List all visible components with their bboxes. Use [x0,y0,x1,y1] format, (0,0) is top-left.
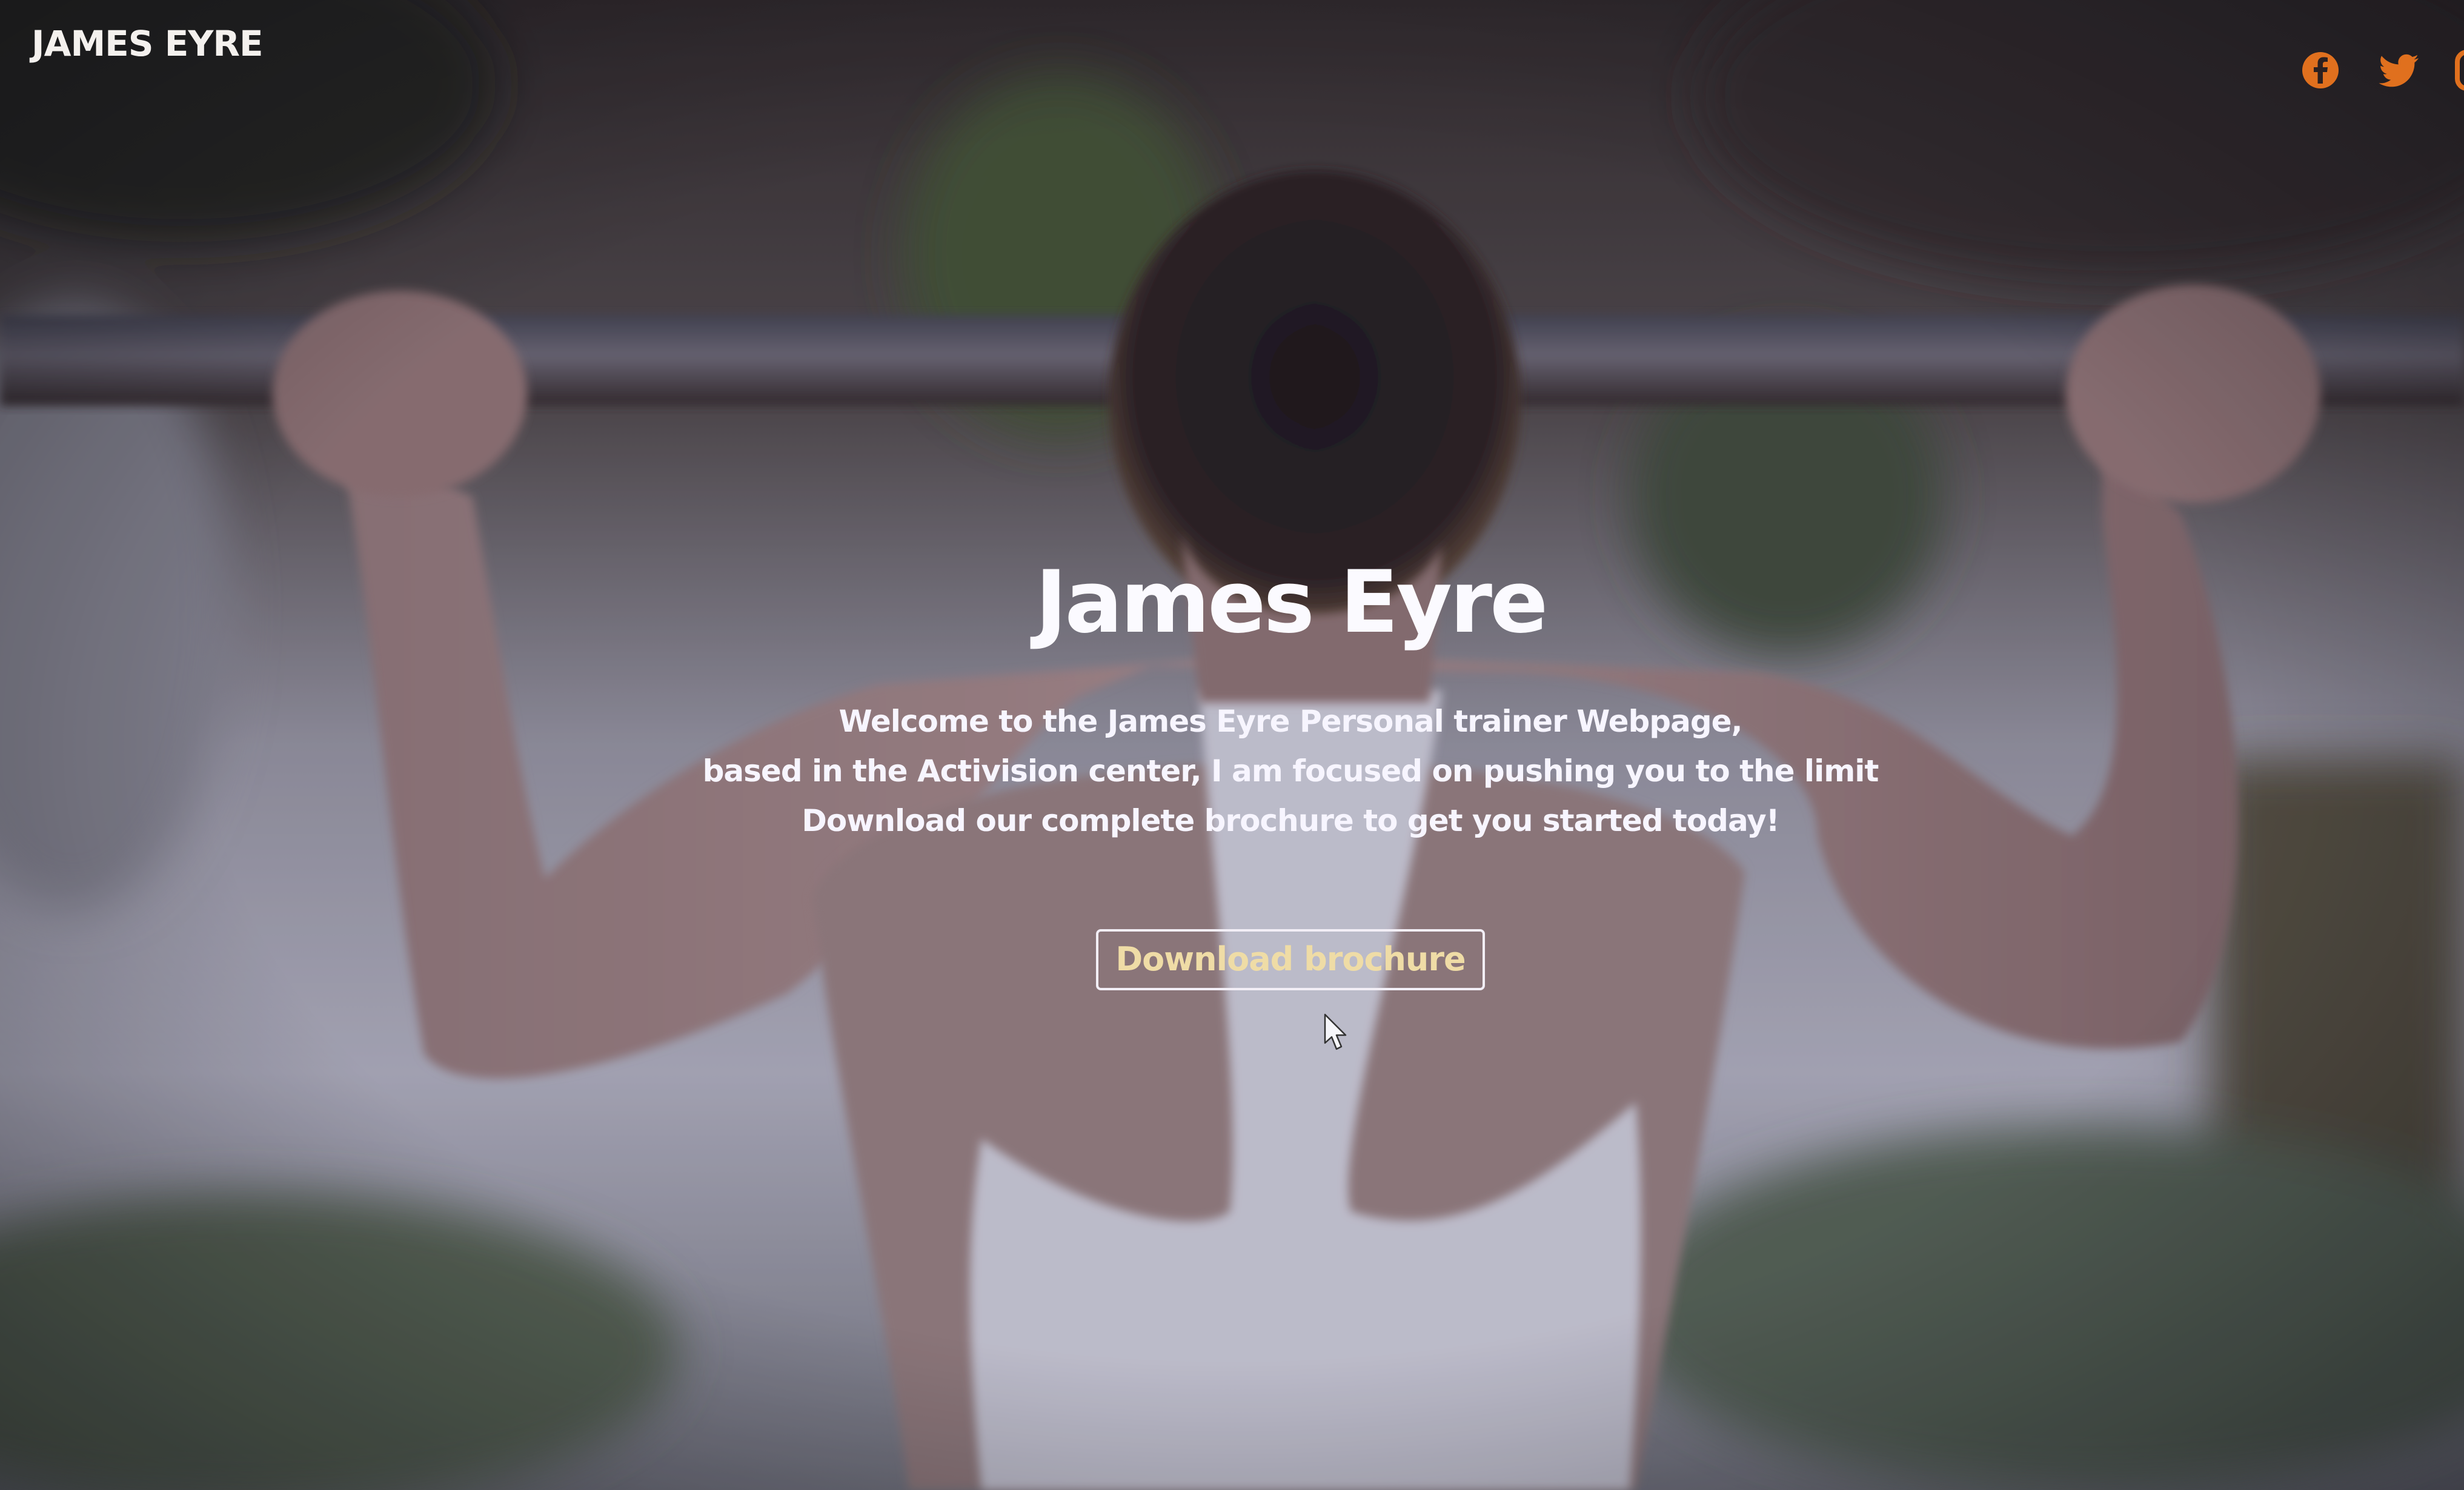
facebook-link[interactable] [2299,48,2342,92]
social-links [2290,48,2464,97]
hero-description: Welcome to the James Eyre Personal train… [545,697,2036,846]
brand-logo[interactable]: JAMES EYRE [32,23,264,64]
twitter-icon [2379,54,2419,87]
instagram-link[interactable] [2454,48,2464,92]
twitter-link[interactable] [2379,48,2422,92]
landing-page: JAMES EYRE James Eyre Welcome to the Jam… [0,0,2464,1490]
hero-line-2: based in the Activision center, I am foc… [702,753,1879,789]
hero-line-3: Download our complete brochure to get yo… [802,803,1779,839]
hero-line-1: Welcome to the James Eyre Personal train… [838,704,1742,740]
facebook-icon [2302,52,2339,88]
download-brochure-button[interactable]: Download brochure [1096,929,1485,991]
hero-section: James Eyre Welcome to the James Eyre Per… [545,551,2036,991]
site-header: JAMES EYRE [0,0,2464,121]
instagram-icon [2455,50,2464,91]
mouse-pointer-icon [1323,1013,1347,1051]
hero-title: James Eyre [1035,552,1549,652]
